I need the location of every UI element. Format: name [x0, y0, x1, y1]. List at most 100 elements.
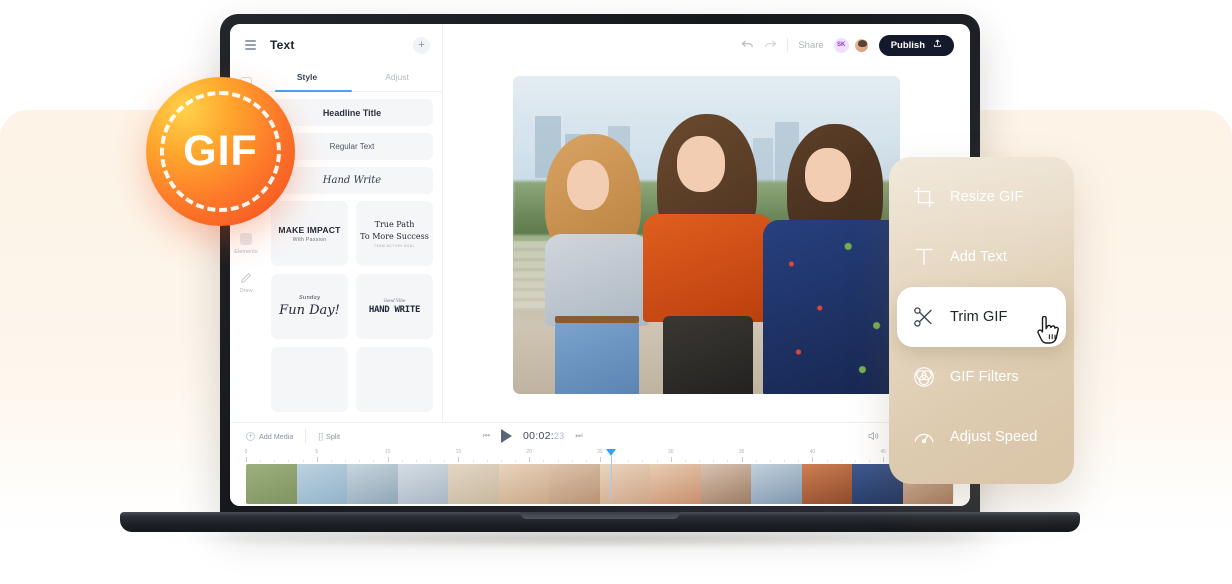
filmstrip-frame[interactable]: [751, 464, 802, 504]
panel-tabs: Style Adjust: [262, 66, 442, 92]
text-preset-headline[interactable]: Headline Title: [271, 99, 433, 126]
laptop-screen: Text + Share SK Publish Elements Draw St…: [230, 24, 970, 506]
filmstrip-frame[interactable]: [650, 464, 701, 504]
filmstrip-frame[interactable]: [549, 464, 600, 504]
text-t-icon: [913, 246, 935, 268]
add-button[interactable]: +: [413, 36, 430, 54]
card-line-2: Fun Day!: [279, 303, 340, 318]
ruler-label: 40: [809, 449, 816, 455]
menu-item-adjust-speed[interactable]: Adjust Speed: [889, 407, 1074, 467]
play-icon[interactable]: [500, 429, 512, 443]
ruler-label: 15: [455, 449, 462, 455]
menu-item-add-text[interactable]: Add Text: [889, 227, 1074, 287]
redo-arrow-icon[interactable]: [764, 39, 777, 52]
split-button[interactable]: [ ] Split: [318, 432, 340, 441]
tab-style[interactable]: Style: [262, 66, 352, 92]
card-line-1: Sunday: [298, 295, 321, 301]
sidebar-item-elements[interactable]: Elements: [230, 232, 262, 255]
timeline-playhead[interactable]: [605, 449, 616, 500]
speaker-volume-icon[interactable]: [868, 430, 880, 443]
topbar-right-group: Share SK Publish: [443, 34, 970, 56]
plus-circle-icon: +: [246, 431, 255, 441]
gif-badge-label: GIF: [183, 127, 258, 175]
publish-button[interactable]: Publish: [878, 34, 954, 56]
text-style-grid: MAKE IMPACT With Passion True Path To Mo…: [271, 201, 433, 412]
style-card[interactable]: MAKE IMPACT With Passion: [271, 201, 348, 266]
add-media-label: Add Media: [259, 431, 294, 441]
menu-item-gif-filters[interactable]: GIF Filters: [889, 347, 1074, 407]
laptop-base: [120, 512, 1080, 532]
filmstrip-frame[interactable]: [347, 464, 398, 504]
ruler-label: 30: [668, 449, 674, 455]
filmstrip-frame[interactable]: [246, 464, 297, 504]
laptop-lid: Text + Share SK Publish Elements Draw St…: [220, 14, 980, 520]
card-line-2: HAND WRITE: [368, 305, 421, 315]
filmstrip-frame[interactable]: [296, 464, 347, 504]
style-card[interactable]: [271, 347, 348, 412]
face: [567, 160, 609, 210]
menu-item-label: GIF Filters: [950, 369, 1019, 385]
style-card[interactable]: [356, 347, 433, 412]
avatar-photo[interactable]: [853, 37, 869, 53]
split-brackets-icon: [ ]: [318, 431, 323, 441]
avatar-sk[interactable]: SK: [833, 37, 849, 53]
filmstrip-frame[interactable]: [397, 464, 448, 504]
ruler-label: 0: [244, 449, 248, 455]
tab-adjust[interactable]: Adjust: [352, 66, 442, 92]
timeline-filmstrip[interactable]: [246, 464, 954, 504]
menu-item-resize-gif[interactable]: Resize GIF: [889, 167, 1074, 227]
timeline-section: + Add Media [ ] Split ⏮ 00:02:23 ⏭ 0 5 1…: [230, 422, 970, 506]
rail-label: Draw: [239, 288, 253, 294]
hamburger-menu-icon[interactable]: [245, 40, 256, 50]
style-card[interactable]: Good Vibe HAND WRITE: [356, 274, 433, 339]
playback-controls: ⏮ 00:02:23 ⏭: [483, 429, 583, 443]
sidebar-item-draw[interactable]: Draw: [230, 271, 262, 294]
gif-preview-image[interactable]: [513, 76, 900, 394]
toolbar-divider: [787, 38, 789, 52]
crop-icon: [913, 186, 935, 208]
filmstrip-frame[interactable]: [801, 464, 852, 504]
text-preset-regular[interactable]: Regular Text: [271, 133, 433, 160]
menu-item-label: Add Text: [950, 249, 1007, 265]
timeline-toolbar: + Add Media [ ] Split ⏮ 00:02:23 ⏭: [230, 423, 970, 449]
jeans: [555, 320, 639, 394]
rail-label: Elements: [234, 249, 258, 255]
venn-circles-icon: [913, 366, 935, 388]
style-card[interactable]: True Path To More Success TEAM ACTION GO…: [356, 201, 433, 266]
add-media-button[interactable]: + Add Media: [246, 431, 294, 441]
app-topbar: Text + Share SK Publish: [230, 24, 970, 66]
card-line-3: TEAM ACTION GOAL: [374, 243, 415, 248]
face: [805, 148, 851, 202]
gif-badge: GIF: [146, 77, 295, 226]
floral-top: [763, 220, 900, 394]
card-line-2: To More Success: [360, 231, 429, 241]
belt: [555, 316, 639, 323]
menu-item-label: Adjust Speed: [950, 429, 1038, 445]
pencil-icon: [239, 271, 253, 285]
topbar-left-group: Text +: [230, 24, 443, 66]
ruler-label: 10: [384, 449, 391, 455]
toolbar-divider: [305, 429, 307, 443]
text-style-panel: Style Adjust Headline Title Regular Text: [262, 66, 443, 422]
filmstrip-frame[interactable]: [599, 464, 650, 504]
ruler-label: 25: [597, 449, 603, 455]
ruler-label: 5: [315, 449, 319, 455]
filmstrip-frame[interactable]: [498, 464, 549, 504]
timeline-ruler[interactable]: 0 5 10 15 20 25 30 35 40 45 50: [244, 449, 954, 500]
skip-next-icon[interactable]: ⏭: [575, 431, 582, 441]
text-preset-handwrite[interactable]: Hand Write: [271, 167, 433, 194]
elements-icon: [239, 232, 253, 246]
filmstrip-frame[interactable]: [448, 464, 499, 504]
skip-previous-icon[interactable]: ⏮: [483, 431, 490, 441]
split-label: Split: [326, 431, 341, 441]
app-body: Media Audio Text: [230, 66, 970, 422]
card-line-2: With Passion: [292, 236, 327, 243]
undo-arrow-icon[interactable]: [741, 39, 754, 52]
screenshot-stage: Text + Share SK Publish Elements Draw St…: [0, 0, 1232, 584]
share-label[interactable]: Share: [798, 40, 823, 51]
style-card[interactable]: Sunday Fun Day!: [271, 274, 348, 339]
laptop-shadow: [150, 530, 1050, 548]
filmstrip-frame[interactable]: [700, 464, 751, 504]
speedometer-icon: [913, 426, 935, 448]
playhead-line: [610, 456, 612, 500]
